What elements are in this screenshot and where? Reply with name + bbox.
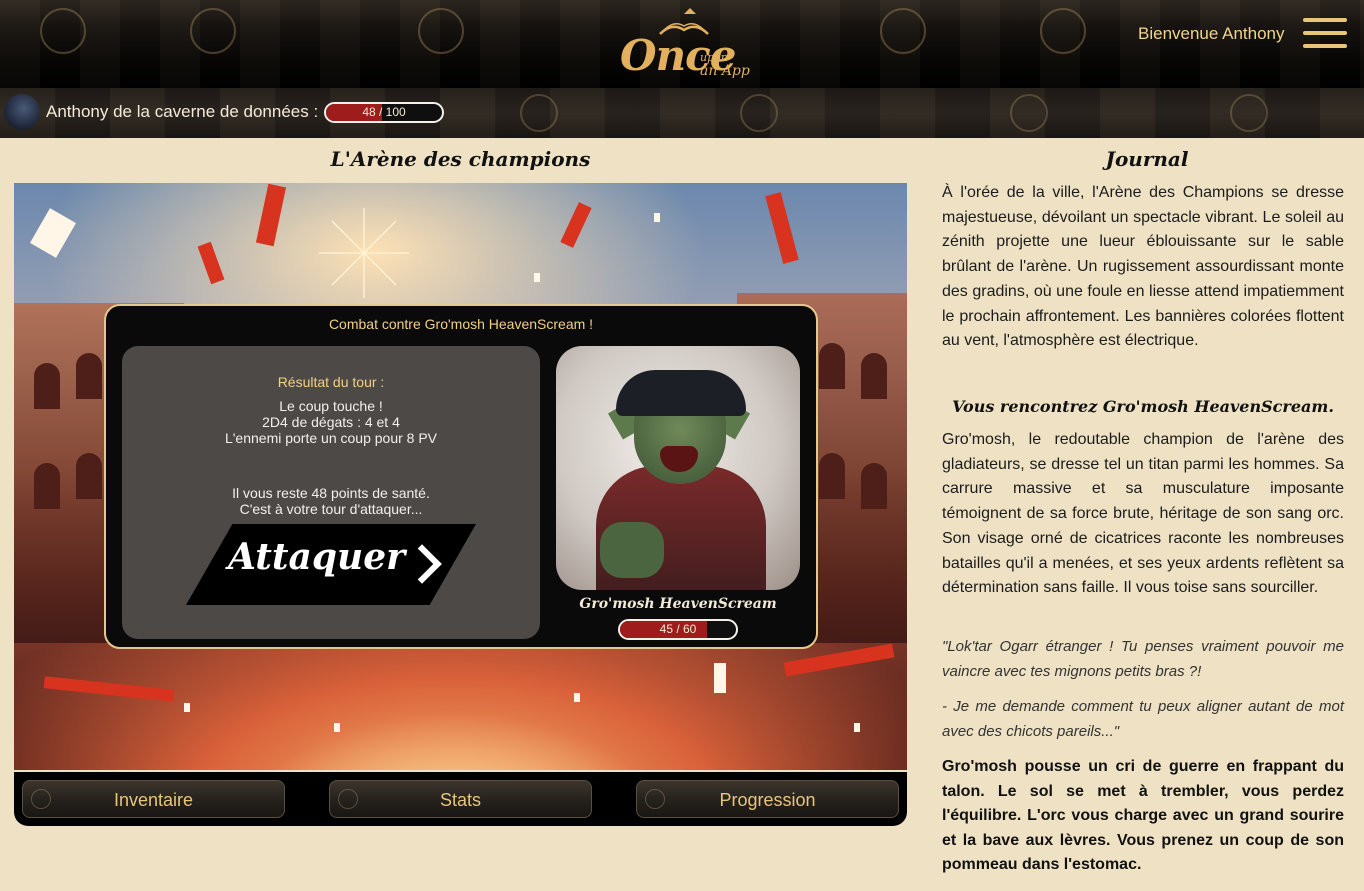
enemy-hp-bar: 45 / 60: [618, 619, 738, 640]
rune-ornament-icon: [1040, 8, 1086, 54]
rune-ornament-icon: [880, 8, 926, 54]
rune-ornament-icon: [190, 8, 236, 54]
top-banner: Once upon an App Bienvenue Anthony: [0, 0, 1364, 88]
rune-ornament-icon: [520, 94, 558, 132]
logo-an-app: an App: [700, 63, 750, 79]
journal-encounter-title: Vous rencontrez Gro'mosh HeavenScream.: [952, 397, 1334, 416]
turn-result-label: Résultat du tour :: [277, 374, 385, 390]
firework-icon: [319, 208, 409, 298]
hamburger-menu-icon[interactable]: [1303, 16, 1347, 50]
rune-ornament-icon: [1010, 94, 1048, 132]
rune-ornament-icon: [740, 94, 778, 132]
status-line-hp: Il vous reste 48 points de santé.: [232, 485, 430, 501]
result-line-damage: 2D4 de dégats : 4 et 4: [262, 414, 400, 430]
journal-enemy-description: Gro'mosh, le redoutable champion de l'ar…: [942, 431, 1344, 597]
arena-scene: Combat contre Gro'mosh HeavenScream ! Ré…: [14, 183, 907, 770]
rune-ornament-icon: [418, 8, 464, 54]
inventory-button[interactable]: Inventaire: [22, 780, 285, 818]
rune-ornament-icon: [1230, 94, 1268, 132]
result-line-hit: Le coup touche !: [279, 398, 383, 414]
inventory-label: Inventaire: [113, 790, 194, 810]
combat-panel: Combat contre Gro'mosh HeavenScream ! Ré…: [104, 304, 818, 649]
attack-button[interactable]: Attaquer: [186, 524, 476, 605]
app-logo[interactable]: Once upon an App: [620, 8, 750, 86]
stats-button[interactable]: Stats: [329, 780, 592, 818]
progression-label: Progression: [719, 790, 816, 810]
enemy-hp-text: 45 / 60: [659, 622, 697, 636]
journal-quote-player: - Je me demande comment tu peux aligner …: [942, 698, 1344, 740]
progression-button[interactable]: Progression: [636, 780, 899, 818]
bottom-navigation: Inventaire Stats Progression: [14, 772, 907, 826]
turn-result-box: Résultat du tour : Le coup touche ! 2D4 …: [122, 346, 540, 639]
journal-action: Gro'mosh pousse un cri de guerre en frap…: [942, 758, 1344, 873]
enemy-portrait: [556, 346, 800, 590]
arena-title: L'Arène des champions: [330, 147, 591, 171]
status-line-turn: C'est à votre tour d'attaquer...: [239, 501, 423, 517]
attack-button-label: Attaquer: [228, 536, 406, 578]
player-avatar[interactable]: [4, 94, 40, 130]
logo-upon: upon: [700, 51, 728, 64]
player-name: Anthony de la caverne de données :: [46, 102, 319, 121]
stats-label: Stats: [439, 790, 482, 810]
combat-title: Combat contre Gro'mosh HeavenScream !: [328, 316, 594, 332]
enemy-name: Gro'mosh HeavenScream: [579, 596, 777, 612]
journal-quote-enemy: "Lok'tar Ogarr étranger ! Tu penses vrai…: [942, 638, 1344, 680]
journal-title: Journal: [1105, 147, 1189, 171]
journal-intro: À l'orée de la ville, l'Arène des Champi…: [942, 184, 1344, 350]
rune-ornament-icon: [40, 8, 86, 54]
result-line-enemy-hit: L'ennemi porte un coup pour 8 PV: [224, 430, 438, 446]
welcome-message: Bienvenue Anthony: [1138, 24, 1285, 43]
player-hp-text: 48 / 100: [362, 105, 406, 119]
player-hp-bar: 48 / 100: [324, 102, 444, 123]
